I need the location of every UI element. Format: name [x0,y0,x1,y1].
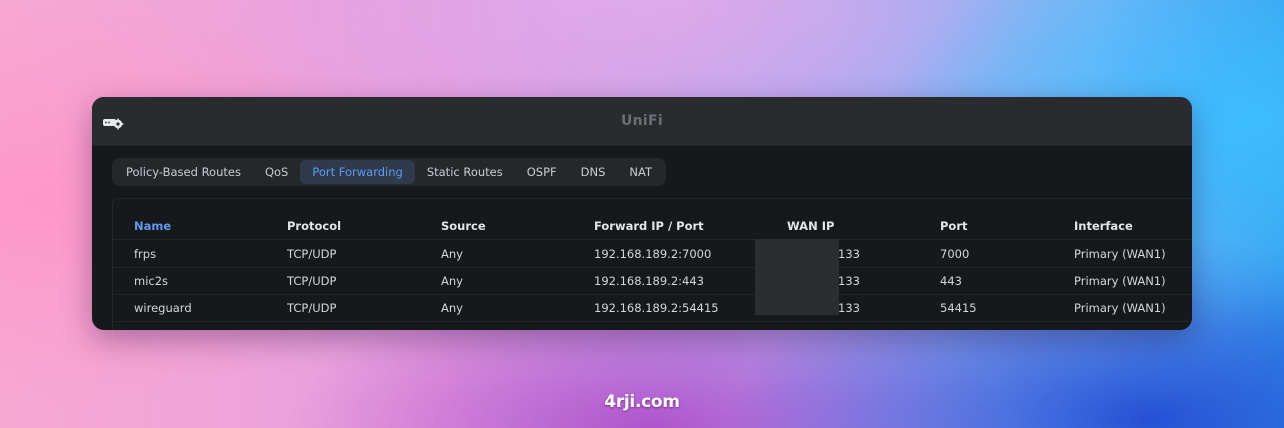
table-header: Name Protocol Source Forward IP / Port W… [113,213,1192,240]
cell-wan-ip: 133 [838,246,860,261]
cell-port: 443 [940,273,962,288]
cell-wan-ip: 133 [838,273,860,288]
tab-nat[interactable]: NAT [617,160,664,184]
cell-name: wireguard [134,300,192,315]
tab-qos[interactable]: QoS [253,160,300,184]
cell-name: frps [134,246,157,261]
column-header-wan-ip[interactable]: WAN IP [787,213,834,239]
cell-forward: 192.168.189.2:54415 [594,300,719,315]
cell-interface: Primary (WAN1) [1074,300,1166,315]
cell-port: 54415 [940,300,977,315]
cell-protocol: TCP/UDP [287,246,337,261]
table-row[interactable]: frps TCP/UDP Any 192.168.189.2:7000 133 … [113,240,1192,268]
table-row[interactable]: mic2s TCP/UDP Any 192.168.189.2:443 133 … [113,267,1192,295]
column-header-source[interactable]: Source [441,213,486,239]
port-forwarding-table: Name Protocol Source Forward IP / Port W… [112,198,1192,330]
cell-protocol: TCP/UDP [287,273,337,288]
watermark: 4rji.com [604,392,680,412]
unifi-window: UniFi Policy-Based Routes QoS Port Forwa… [92,97,1192,330]
title-bar: UniFi [92,97,1192,146]
cell-source: Any [441,273,463,288]
tab-ospf[interactable]: OSPF [515,160,569,184]
cell-source: Any [441,300,463,315]
tab-dns[interactable]: DNS [569,160,618,184]
table-row[interactable]: wireguard TCP/UDP Any 192.168.189.2:5441… [113,294,1192,322]
tab-static-routes[interactable]: Static Routes [415,160,515,184]
redaction-block [755,239,839,315]
cell-forward: 192.168.189.2:443 [594,273,704,288]
cell-port: 7000 [940,246,970,261]
cell-wan-ip: 133 [838,300,860,315]
column-header-protocol[interactable]: Protocol [287,213,341,239]
tab-policy-based-routes[interactable]: Policy-Based Routes [114,160,253,184]
cell-interface: Primary (WAN1) [1074,246,1166,261]
cell-protocol: TCP/UDP [287,300,337,315]
column-header-forward[interactable]: Forward IP / Port [594,213,704,239]
cell-forward: 192.168.189.2:7000 [594,246,712,261]
tab-port-forwarding[interactable]: Port Forwarding [300,160,415,184]
cell-name: mic2s [134,273,169,288]
cell-interface: Primary (WAN1) [1074,273,1166,288]
column-header-interface[interactable]: Interface [1074,213,1133,239]
tab-bar: Policy-Based Routes QoS Port Forwarding … [112,158,667,186]
window-title: UniFi [621,113,663,129]
column-header-name[interactable]: Name [134,213,171,239]
cell-source: Any [441,246,463,261]
column-header-port[interactable]: Port [940,213,968,239]
